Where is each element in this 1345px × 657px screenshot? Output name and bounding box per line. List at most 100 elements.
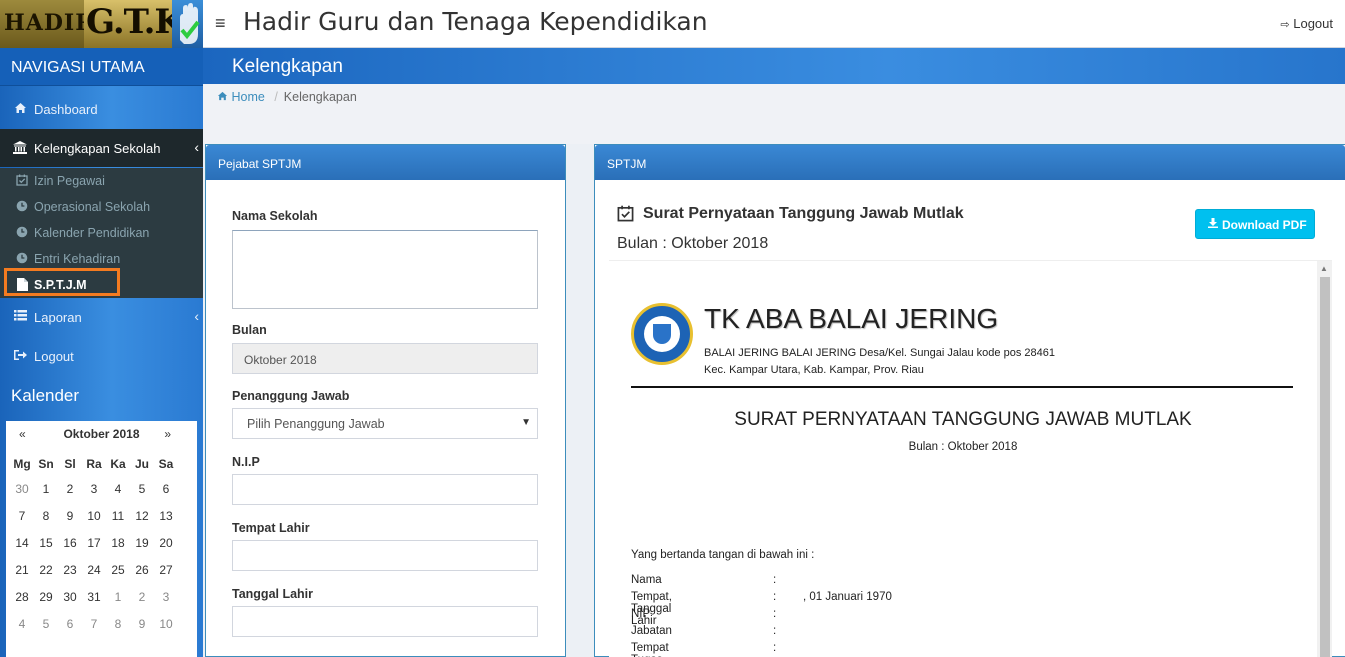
calendar-day[interactable]: 30	[58, 583, 82, 610]
calendar-day[interactable]: 6	[58, 610, 82, 637]
calendar-day[interactable]: 9	[130, 610, 154, 637]
calendar-day[interactable]: 3	[82, 475, 106, 502]
sidebar-nav-header: NAVIGASI UTAMA	[0, 48, 203, 86]
calendar-weekday-row: Mg Sn Sl Ra Ka Ju Sa	[10, 453, 178, 475]
calendar-day[interactable]: 17	[82, 529, 106, 556]
calendar-day[interactable]: 7	[10, 502, 34, 529]
logo-hadir: HADIR	[0, 0, 94, 48]
menu-toggle-icon[interactable]: ≡	[215, 13, 226, 34]
calendar-day[interactable]: 15	[34, 529, 58, 556]
breadcrumb-home-link[interactable]: Home	[217, 90, 268, 104]
logo-hand-check-icon	[172, 0, 203, 48]
nip-input[interactable]	[232, 474, 538, 505]
bank-icon	[13, 141, 27, 157]
sidebar-item-laporan[interactable]: Laporan ‹	[0, 298, 203, 336]
calendar-day[interactable]: 24	[82, 556, 106, 583]
sign-out-icon: ⇨	[1280, 19, 1290, 31]
sidebar-item-logout[interactable]: Logout	[0, 337, 203, 375]
top-logout-button[interactable]: ⇨ Logout	[1280, 16, 1333, 31]
sign-out-icon	[13, 349, 27, 364]
calendar-day[interactable]: 10	[82, 502, 106, 529]
submenu-item-label: Izin Pegawai	[34, 174, 105, 188]
calendar-prev-button[interactable]: «	[19, 427, 26, 441]
sidebar-item-dashboard[interactable]: Dashboard	[0, 90, 203, 128]
submenu-item-label: Entri Kehadiran	[34, 252, 121, 266]
sptjm-box-title: SPTJM	[607, 157, 647, 171]
calendar-day[interactable]: 8	[34, 502, 58, 529]
calendar-day[interactable]: 26	[130, 556, 154, 583]
letter-field-colon: :	[773, 608, 777, 620]
penanggung-jawab-select[interactable]: Pilih Penanggung Jawab ▼	[232, 408, 538, 439]
pdf-preview[interactable]: TK ABA BALAI JERING BALAI JERING BALAI J…	[609, 260, 1332, 657]
calendar-day[interactable]: 21	[10, 556, 34, 583]
calendar-check-icon	[617, 205, 634, 227]
submenu-item-label: Kalender Pendidikan	[34, 226, 150, 240]
letter-address-line-1: BALAI JERING BALAI JERING Desa/Kel. Sung…	[704, 347, 1055, 359]
calendar-day[interactable]: 2	[130, 583, 154, 610]
bulan-field[interactable]: Oktober 2018	[232, 343, 538, 374]
app-logo[interactable]: HADIR G.T.K	[0, 0, 203, 48]
calendar-week-row: 21 22 23 24 25 26 27	[10, 556, 178, 583]
top-navbar: ≡ Hadir Guru dan Tenaga Kependidikan ⇨ L…	[203, 0, 1345, 48]
calendar-day[interactable]: 18	[106, 529, 130, 556]
calendar-day[interactable]: 10	[154, 610, 178, 637]
calendar-day[interactable]: 6	[154, 475, 178, 502]
nama-sekolah-textarea[interactable]	[232, 230, 538, 309]
content-header: Kelengkapan	[203, 48, 1345, 84]
bulan-label: Bulan	[232, 323, 267, 337]
calendar-day[interactable]: 28	[10, 583, 34, 610]
calendar-day[interactable]: 13	[154, 502, 178, 529]
calendar-day[interactable]: 3	[154, 583, 178, 610]
calendar-day[interactable]: 12	[130, 502, 154, 529]
calendar-day[interactable]: 25	[106, 556, 130, 583]
calendar-day[interactable]: 11	[106, 502, 130, 529]
submenu-item-izin-pegawai[interactable]: Izin Pegawai	[0, 168, 203, 194]
tanggal-lahir-input[interactable]	[232, 606, 538, 637]
calendar-day[interactable]: 31	[82, 583, 106, 610]
tempat-lahir-input[interactable]	[232, 540, 538, 571]
calendar-day[interactable]: 4	[106, 475, 130, 502]
calendar-day[interactable]: 19	[130, 529, 154, 556]
bulan-value: Oktober 2018	[244, 353, 317, 367]
calendar-day[interactable]: 20	[154, 529, 178, 556]
calendar-week-row: 28 29 30 31 1 2 3	[10, 583, 178, 610]
logo-gtk: G.T.K	[84, 0, 184, 48]
calendar-day[interactable]: 9	[58, 502, 82, 529]
calendar-day[interactable]: 16	[58, 529, 82, 556]
download-pdf-label: Download PDF	[1222, 218, 1307, 232]
calendar-day[interactable]: 27	[154, 556, 178, 583]
submenu-item-operasional-sekolah[interactable]: Operasional Sekolah	[0, 194, 203, 220]
calendar-day[interactable]: 4	[10, 610, 34, 637]
calendar-day[interactable]: 23	[58, 556, 82, 583]
pdf-scroll-thumb[interactable]	[1320, 277, 1330, 657]
letter-address-line-2: Kec. Kampar Utara, Kab. Kampar, Prov. Ri…	[704, 364, 924, 376]
sidebar-nav-title: NAVIGASI UTAMA	[11, 59, 145, 76]
list-icon	[13, 310, 27, 324]
calendar-day[interactable]: 5	[34, 610, 58, 637]
calendar-next-button[interactable]: »	[164, 427, 171, 441]
calendar-day[interactable]: 8	[106, 610, 130, 637]
download-pdf-button[interactable]: Download PDF	[1195, 209, 1315, 239]
calendar-day[interactable]: 1	[106, 583, 130, 610]
calendar-day[interactable]: 22	[34, 556, 58, 583]
calendar-day[interactable]: 5	[130, 475, 154, 502]
letter-field-colon: :	[773, 625, 777, 637]
tut-wuri-handayani-logo-icon	[631, 303, 693, 365]
calendar-day[interactable]: 1	[34, 475, 58, 502]
pdf-scrollbar[interactable]: ▲	[1317, 261, 1332, 657]
submenu-item-kalender-pendidikan[interactable]: Kalender Pendidikan	[0, 220, 203, 246]
letter-divider	[631, 386, 1293, 388]
scroll-up-arrow-icon[interactable]: ▲	[1320, 264, 1328, 273]
clock-icon	[16, 200, 28, 215]
pejabat-sptjm-box: Pejabat SPTJM Nama Sekolah Bulan Oktober…	[205, 144, 566, 657]
calendar-day[interactable]: 30	[10, 475, 34, 502]
calendar-day[interactable]: 14	[10, 529, 34, 556]
calendar-week-row: 7 8 9 10 11 12 13	[10, 502, 178, 529]
sidebar: NAVIGASI UTAMA Dashboard Kelengkapan Sek…	[0, 48, 203, 657]
calendar-day[interactable]: 2	[58, 475, 82, 502]
calendar-day[interactable]: 29	[34, 583, 58, 610]
sidebar-item-kelengkapan-sekolah[interactable]: Kelengkapan Sekolah ‹	[0, 129, 203, 167]
tempat-lahir-label: Tempat Lahir	[232, 521, 310, 535]
logo-gtk-text: G.T.K	[86, 2, 184, 42]
calendar-day[interactable]: 7	[82, 610, 106, 637]
